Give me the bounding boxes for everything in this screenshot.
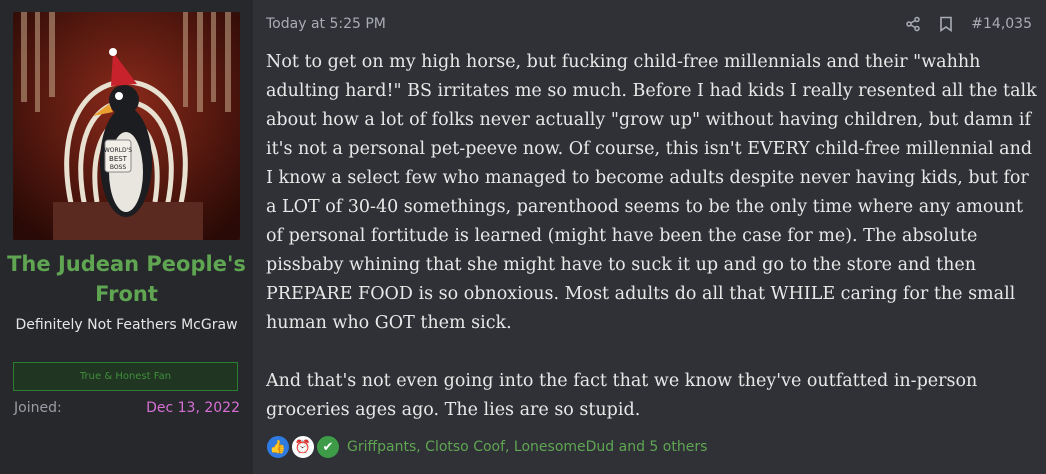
like-icon[interactable]: 👍 xyxy=(266,435,290,459)
body-paragraph: Not to get on my high horse, but fucking… xyxy=(266,52,1037,333)
reaction-users-link[interactable]: Griffpants, Clotso Coof, LonesomeDud and… xyxy=(347,439,707,455)
post-timestamp[interactable]: Today at 5:25 PM xyxy=(266,16,386,32)
joined-row: Joined: Dec 13, 2022 xyxy=(14,400,240,416)
checkmark-icon[interactable]: ✔ xyxy=(316,435,340,459)
joined-label: Joined: xyxy=(14,400,62,416)
share-icon[interactable] xyxy=(905,16,921,32)
message-content: Today at 5:25 PM #14,035 Not to get on m… xyxy=(253,0,1046,474)
svg-text:BEST: BEST xyxy=(109,155,128,163)
penguin-avatar-icon[interactable]: WORLD'S BEST BOSS xyxy=(13,12,240,240)
svg-text:WORLD'S: WORLD'S xyxy=(104,147,132,154)
user-title: Definitely Not Feathers McGraw xyxy=(15,317,238,333)
user-info-panel: WORLD'S BEST BOSS The Judean People's Fr… xyxy=(0,0,253,474)
message-body: Not to get on my high horse, but fucking… xyxy=(266,48,1041,425)
svg-text:BOSS: BOSS xyxy=(110,164,127,171)
post-number-link[interactable]: #14,035 xyxy=(971,16,1032,32)
reactions-bar[interactable]: 👍 ⏰ ✔ Griffpants, Clotso Coof, LonesomeD… xyxy=(266,434,707,460)
user-banner: True & Honest Fan xyxy=(13,362,238,391)
body-paragraph: And that's not even going into the fact … xyxy=(266,371,978,420)
post-actions: #14,035 xyxy=(905,16,1032,32)
bookmark-icon[interactable] xyxy=(939,16,953,32)
alarm-clock-icon[interactable]: ⏰ xyxy=(291,435,315,459)
message-post: WORLD'S BEST BOSS The Judean People's Fr… xyxy=(0,0,1046,474)
reaction-icons[interactable]: 👍 ⏰ ✔ xyxy=(266,435,341,459)
username-link[interactable]: The Judean People's Front xyxy=(4,249,249,309)
message-header: Today at 5:25 PM #14,035 xyxy=(266,14,1032,34)
joined-date: Dec 13, 2022 xyxy=(146,400,240,416)
